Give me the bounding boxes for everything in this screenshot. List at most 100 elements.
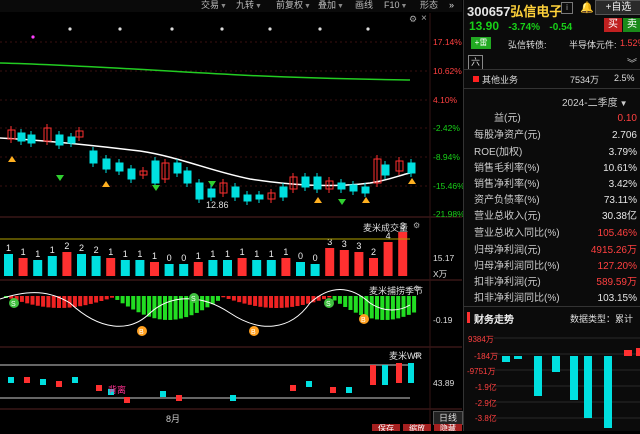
wr-bar — [8, 377, 14, 383]
signal-arrow — [8, 156, 16, 162]
volume-pane-title[interactable]: 麦米成交量 — [363, 221, 408, 234]
signal-dot — [68, 27, 72, 31]
finance-chart-title: 财务走势 — [474, 315, 514, 326]
wr-bar — [40, 379, 46, 385]
more-icon[interactable]: » — [449, 0, 454, 11]
signal-arrow — [102, 181, 110, 187]
volume-count: 1 — [269, 249, 274, 259]
wr-bar — [346, 387, 352, 393]
data-type-select[interactable]: 数据类型：累计 — [570, 312, 633, 325]
volume-bar — [339, 250, 349, 276]
volume-bar — [120, 260, 130, 276]
period-select-value: 2024-二季度 — [562, 98, 618, 109]
season-bar — [284, 296, 289, 308]
volume-bar — [4, 254, 13, 276]
season-bar — [226, 296, 231, 299]
add-watch-button[interactable]: +自选 — [595, 0, 640, 15]
volume-value: 15.17 — [433, 253, 455, 263]
candle — [255, 194, 264, 200]
toolbar-draw[interactable]: 画线 — [355, 0, 373, 11]
settings-icon[interactable]: ⚙ — [413, 221, 420, 230]
period-select[interactable]: 2024-二季度 ▼ — [562, 94, 628, 109]
candle — [195, 182, 204, 200]
save-button[interactable]: 保存 — [372, 424, 400, 431]
signal-arrow — [338, 199, 346, 205]
season-bar — [306, 296, 311, 304]
fin-axis-label: -3.8亿 — [475, 414, 497, 423]
toolbar-nine-turn[interactable]: 九转▼ — [236, 0, 262, 12]
financial-value: 589.59万 — [596, 277, 637, 288]
finance-bar — [502, 356, 510, 362]
axis-label: -15.46% — [433, 181, 465, 191]
toolbar-adjust[interactable]: 前复权▼ — [276, 0, 311, 12]
sell-button[interactable]: 卖 — [623, 18, 640, 32]
candle — [55, 134, 64, 146]
volume-count: 2 — [371, 247, 376, 257]
financial-value: 2.706 — [611, 130, 637, 141]
financial-row: 扣非净利润(元) 589.59万 — [464, 274, 640, 291]
settings-icon[interactable]: ⚙ — [409, 14, 417, 25]
wr-bar — [96, 385, 102, 391]
toolbar-trade[interactable]: 交易▼ — [201, 0, 227, 12]
signal-dot — [268, 27, 272, 31]
axis-label: 17.14% — [433, 37, 462, 47]
candle — [17, 132, 26, 142]
wr-bar — [306, 381, 312, 387]
candle — [183, 170, 192, 184]
season-bar — [401, 296, 406, 317]
zoom-button[interactable]: 缩放 — [403, 424, 431, 431]
change-percent: -3.74% — [508, 22, 541, 33]
finance-bar — [636, 348, 640, 356]
signal-dot — [366, 27, 370, 31]
season-marker-label: S — [191, 296, 196, 303]
volume-bar — [179, 264, 189, 276]
season-bar — [19, 296, 24, 302]
financial-key: 销售净利率(%) — [474, 179, 540, 190]
info-icon[interactable]: i — [561, 2, 573, 14]
chevron-double-down-icon[interactable]: ︾ — [627, 55, 637, 70]
season-bar — [300, 296, 305, 305]
season-bar — [242, 296, 247, 304]
low-price-label: 12.86 — [206, 200, 229, 210]
wr-pane-title[interactable]: 麦米WR — [389, 349, 422, 362]
season-marker-label: B — [361, 317, 366, 324]
bond-label[interactable]: 弘信转债: — [508, 38, 547, 51]
signal-dot — [118, 27, 122, 31]
volume-count: 0 — [298, 251, 303, 261]
candle — [381, 164, 390, 176]
volume-bar — [383, 242, 393, 276]
change-amount: -0.54 — [549, 22, 573, 33]
volume-count: 1 — [254, 249, 259, 259]
season-bar — [332, 296, 337, 301]
candle — [231, 186, 240, 198]
season-bar — [46, 296, 51, 308]
hide-button[interactable]: 隐藏 — [434, 424, 462, 431]
close-icon[interactable]: × — [421, 13, 427, 24]
tab-six[interactable]: 六 — [468, 55, 483, 70]
volume-count: 1 — [35, 249, 40, 259]
bell-icon[interactable]: 🔔 — [580, 1, 594, 14]
financial-key: 营业总收入同比(%) — [474, 228, 560, 239]
toolbar-overlay[interactable]: 叠加▼ — [318, 0, 344, 12]
chart-area[interactable]: 1111222111100111111100333243 SBSBSB ⚙ × … — [0, 13, 465, 431]
volume-bar — [62, 252, 72, 276]
toolbar-pattern[interactable]: 形态 — [420, 0, 438, 11]
buy-button[interactable]: 买 — [604, 18, 622, 32]
season-marker-label: S — [11, 301, 16, 308]
wr-bar — [408, 363, 414, 383]
data-type-value: 累计 — [615, 314, 634, 324]
volume-bar — [164, 264, 174, 276]
divergence-label: 背离 — [108, 385, 127, 395]
season-value: -0.19 — [433, 315, 453, 325]
period-button[interactable]: 日线 — [433, 411, 463, 425]
season-bar — [83, 296, 88, 306]
chevron-down-icon: ▼ — [255, 3, 262, 10]
sector-label[interactable]: 半导体元件: — [569, 38, 617, 51]
season-pane-title[interactable]: 麦米捕捞季节 — [369, 284, 423, 297]
volume-bar — [208, 260, 218, 276]
toolbar-f10[interactable]: F10▼ — [384, 0, 407, 12]
chart-toolbar: 交易▼ 九转▼ 前复权▼ 叠加▼ 画线 F10▼ 形态 » — [0, 0, 462, 12]
warning-tag[interactable]: +雷 — [471, 37, 491, 49]
season-bar — [258, 296, 263, 307]
candle — [89, 150, 98, 164]
